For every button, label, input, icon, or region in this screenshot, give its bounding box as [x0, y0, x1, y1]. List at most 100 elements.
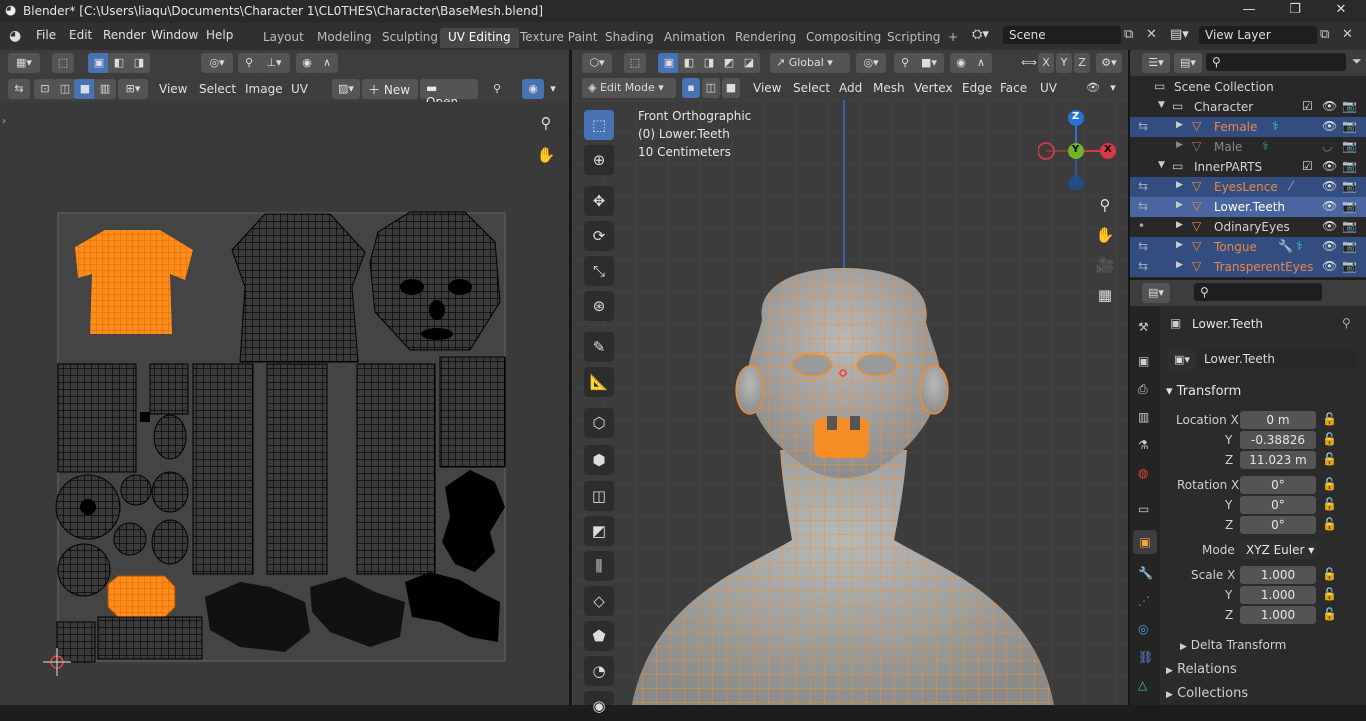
uv-face-select-icon[interactable]: ■ [74, 79, 96, 99]
uv-menu-select[interactable]: Select [199, 82, 236, 96]
viewport-menu-add[interactable]: Add [839, 81, 862, 95]
tool-rotate-icon[interactable]: ⟳ [584, 221, 614, 251]
outliner-row-odinaryeyes[interactable]: • ▶ ▽ OdinaryEyes 👁 📷 [1130, 217, 1366, 237]
proportional-editing-icon[interactable]: ◉ [296, 53, 318, 73]
snap-target-icon[interactable]: ⊥▾ [258, 53, 290, 73]
toggle-perspective-icon[interactable]: ▦ [1092, 282, 1118, 308]
rotation-mode-dropdown[interactable]: XYZ Euler ▾ [1240, 541, 1318, 559]
outliner-row-tongue[interactable]: ⇆ ▶ ▽ Tongue 🔧 ⚕ 👁 📷 [1130, 237, 1366, 257]
face-select-mode-icon[interactable]: ■ [722, 78, 740, 98]
outliner-row-transperenteyes[interactable]: ⇆ ▶ ▽ TransperentEyes 👁 📷 [1130, 257, 1366, 277]
mirror-options-icon[interactable]: ⟺ [1018, 53, 1040, 73]
tool-tab-icon[interactable]: ⚒ [1138, 320, 1149, 334]
gizmo-toggle-icon[interactable]: ◉ [522, 79, 544, 99]
visibility-eye-icon[interactable]: 👁 [1322, 159, 1337, 173]
uv-menu-uv[interactable]: UV [291, 82, 308, 96]
tool-cursor-icon[interactable]: ⊕ [584, 145, 614, 175]
expand-arrow-icon[interactable]: ▶ [1176, 240, 1183, 250]
data-tab-icon[interactable]: △ [1138, 678, 1147, 692]
view-layer-selector-icon[interactable]: ▤▾ [1170, 27, 1189, 42]
transform-panel-toggle[interactable]: ▾ Transform [1166, 384, 1241, 399]
lock-scale-x-icon[interactable]: 🔓 [1322, 567, 1337, 581]
tool-move-icon[interactable]: ✥ [584, 186, 614, 216]
3d-viewport[interactable]: Front Orthographic (0) Lower.Teeth 10 Ce… [572, 100, 1128, 705]
viewport-menu-view[interactable]: View [753, 81, 781, 95]
delta-transform-toggle[interactable]: ▶ Delta Transform [1180, 638, 1286, 652]
uv-edge-select-icon[interactable]: ◫ [54, 79, 76, 99]
render-camera-icon[interactable]: 📷 [1342, 239, 1357, 253]
scene-name-field[interactable]: Scene [1003, 26, 1121, 44]
modifier-tab-icon[interactable]: 🔧 [1138, 566, 1153, 580]
uv-island-select-icon[interactable]: ▥ [94, 79, 116, 99]
properties-search-input[interactable]: ⚲ [1194, 283, 1322, 301]
viewport-options-icon[interactable]: ⚙▾ [1096, 53, 1122, 73]
viewport-falloff-icon[interactable]: ∧ [970, 53, 992, 73]
outliner-display-mode-icon[interactable]: ▤▾ [1174, 53, 1202, 73]
visibility-eye-icon[interactable]: 👁 [1322, 259, 1337, 273]
menu-help[interactable]: Help [206, 28, 233, 42]
tab-modeling[interactable]: Modeling [309, 28, 380, 48]
tool-spin-icon[interactable]: ◔ [584, 656, 614, 686]
viewport-select-intersect-icon[interactable]: ◪ [738, 53, 760, 73]
scale-y-field[interactable]: 1.000 [1240, 586, 1316, 604]
viewport-menu-uv[interactable]: UV [1040, 81, 1057, 95]
physics-tab-icon[interactable]: ◎ [1138, 622, 1148, 636]
render-camera-icon[interactable]: 📷 [1342, 259, 1357, 273]
viewport-editor-type-icon[interactable]: ⬡▾ [582, 53, 612, 73]
edge-select-mode-icon[interactable]: ◫ [702, 78, 720, 98]
viewport-menu-mesh[interactable]: Mesh [873, 81, 905, 95]
expand-arrow-icon[interactable]: ▶ [1176, 220, 1183, 230]
uv-editor-canvas[interactable]: › ⚲ ✋ [0, 102, 569, 705]
edit-mode-toggle-icon[interactable]: ⇆ [1138, 259, 1148, 273]
viewport-menu-edge[interactable]: Edge [962, 81, 992, 95]
edit-mode-toggle-icon[interactable]: ⇆ [1138, 239, 1148, 253]
tool-loop-cut-icon[interactable]: ⫼ [584, 551, 614, 581]
tab-animation[interactable]: Animation [656, 28, 733, 48]
outliner-row-male[interactable]: ▶ ▽ Male ⚕ ◡ 📷 [1130, 137, 1366, 157]
delete-view-layer-icon[interactable]: ✕ [1342, 27, 1353, 42]
new-image-button[interactable]: ＋ New [362, 79, 418, 99]
navigation-gizmo[interactable]: Z X Y [1037, 110, 1118, 191]
viewport-menu-select[interactable]: Select [793, 81, 830, 95]
interaction-mode-dropdown[interactable]: ◈ Edit Mode ▾ [582, 78, 676, 98]
outliner-row-scene-collection[interactable]: ▭ Scene Collection [1130, 77, 1366, 97]
collection-tab-icon[interactable]: ▭ [1138, 502, 1149, 516]
minimize-button[interactable]: — [1226, 2, 1272, 21]
new-view-layer-icon[interactable]: ⧉ [1320, 27, 1329, 42]
lock-rotation-z-icon[interactable]: 🔓 [1322, 517, 1337, 531]
visibility-eye-icon[interactable]: 👁 [1322, 99, 1337, 113]
edit-mode-toggle-icon[interactable]: ⇆ [1138, 179, 1148, 193]
lock-rotation-y-icon[interactable]: 🔓 [1322, 497, 1337, 511]
tool-select-box-icon[interactable]: ⬚ [584, 110, 614, 140]
viewport-select-box-icon[interactable]: ⬚ [624, 53, 646, 73]
view-layer-tab-icon[interactable]: ▥ [1138, 410, 1149, 424]
blender-menu-icon[interactable]: ◕ [9, 28, 21, 44]
outliner-row-lower-teeth[interactable]: ⇆ ▶ ▽ Lower.Teeth 👁 📷 [1130, 197, 1366, 217]
view-layer-name-field[interactable]: View Layer [1199, 26, 1317, 44]
viewport-pan-icon[interactable]: ✋ [1092, 222, 1118, 248]
menu-file[interactable]: File [36, 28, 56, 42]
render-camera-icon[interactable]: 📷 [1342, 219, 1357, 233]
viewport-snap-icon[interactable]: ⚲ [894, 53, 916, 73]
scale-z-field[interactable]: 1.000 [1240, 606, 1316, 624]
lock-rotation-x-icon[interactable]: 🔓 [1322, 477, 1337, 491]
render-camera-icon[interactable]: 📷 [1342, 179, 1357, 193]
pin-image-icon[interactable]: ⚲ [486, 79, 508, 99]
tab-texture-paint[interactable]: Texture Paint [512, 28, 605, 48]
expand-arrow-icon[interactable]: ▶ [1176, 120, 1183, 130]
tab-compositing[interactable]: Compositing [798, 28, 889, 48]
rotation-z-field[interactable]: 0° [1240, 516, 1316, 534]
lock-location-x-icon[interactable]: 🔓 [1322, 412, 1337, 426]
output-tab-icon[interactable]: ⎙ [1138, 382, 1148, 397]
viewport-zoom-icon[interactable]: ⚲ [1092, 192, 1118, 218]
tool-smooth-icon[interactable]: ◉ [584, 691, 614, 715]
collapse-arrow-icon[interactable]: ▼ [1158, 160, 1165, 170]
expand-arrow-icon[interactable]: ▶ [1176, 200, 1183, 210]
visibility-eye-icon[interactable]: 👁 [1322, 239, 1337, 253]
tool-extrude-icon[interactable]: ⬢ [584, 445, 614, 475]
viewport-pivot-icon[interactable]: ◎▾ [856, 53, 886, 73]
expand-arrow-icon[interactable]: ▶ [1176, 260, 1183, 270]
outliner-filter-icon[interactable]: ⏷ [1352, 54, 1362, 69]
tab-rendering[interactable]: Rendering [727, 28, 804, 48]
pin-icon[interactable]: ⚲ [1342, 316, 1351, 330]
